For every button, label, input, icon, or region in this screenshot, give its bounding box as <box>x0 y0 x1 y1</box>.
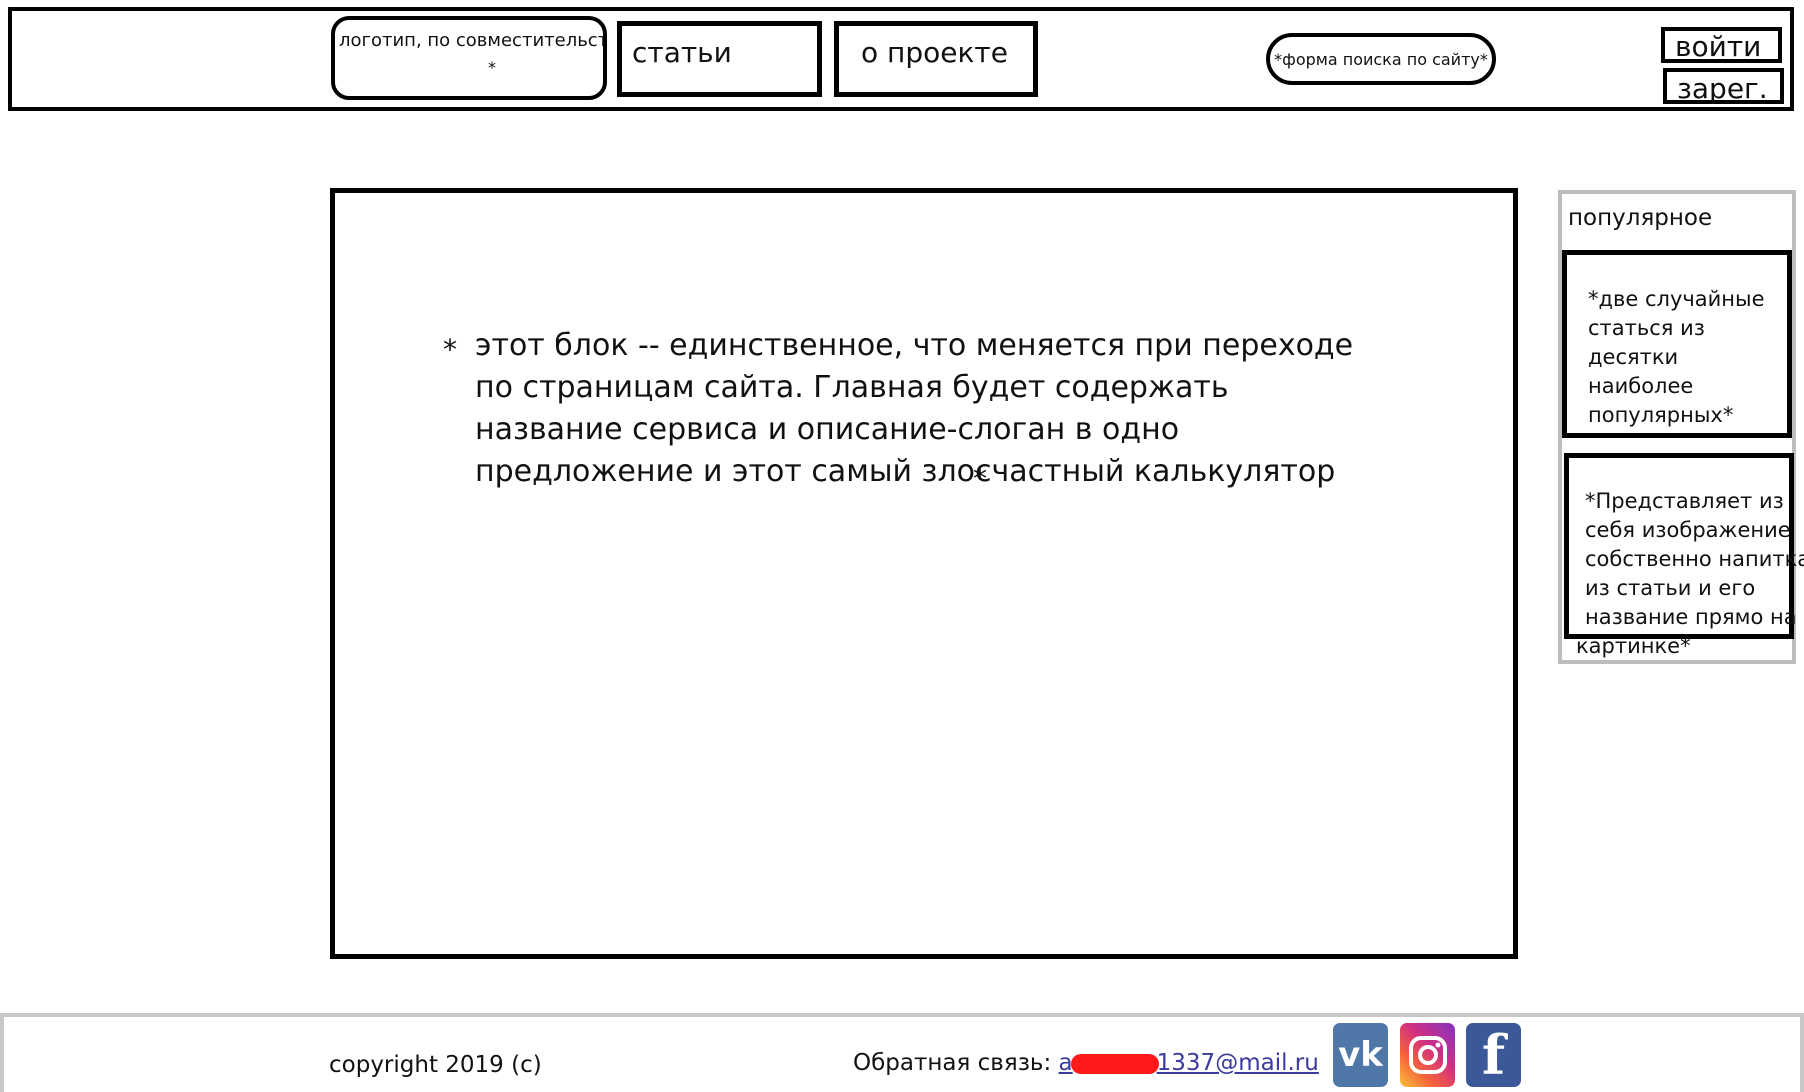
main-content-block <box>330 188 1518 959</box>
copyright-text: copyright 2019 (c) <box>329 1052 542 1078</box>
facebook-glyph: f <box>1481 1023 1506 1087</box>
drink-card-line: картинке* <box>1576 634 1691 658</box>
nav-articles-button[interactable]: статьи <box>617 21 822 97</box>
feedback-label: Обратная связь: <box>853 1050 1059 1076</box>
site-search-form[interactable]: *форма поиска по сайту* <box>1266 33 1496 85</box>
feedback-contact: Обратная связь: a 1337@mail.ru <box>853 1050 1319 1076</box>
logo-home-link[interactable]: логотип, по совместительству ссылка на г… <box>331 16 607 100</box>
drink-image-card[interactable]: *Представляет из себя изображение собств… <box>1564 453 1804 658</box>
nav-about-label: о проекте <box>861 36 1008 69</box>
logo-text: логотип, по совместительству ссылка на г… <box>339 30 607 51</box>
facebook-icon[interactable]: f <box>1466 1023 1521 1087</box>
drink-card-line: *Представляет из <box>1585 489 1784 513</box>
asterisk-open: * <box>443 333 457 366</box>
drink-card-line: себя изображение <box>1585 518 1791 542</box>
login-label: войти <box>1675 30 1762 63</box>
sidebar-title: популярное <box>1568 205 1713 231</box>
email-suffix: 1337@mail.ru <box>1156 1050 1319 1076</box>
login-button[interactable]: войти <box>1661 27 1782 63</box>
popular-articles-card[interactable]: *две случайные статься из десятки наибол… <box>1562 250 1792 438</box>
redaction-mark <box>1070 1053 1159 1074</box>
register-button[interactable]: зарег. <box>1663 68 1784 104</box>
cursor-icon: * <box>488 58 496 77</box>
drink-card-line: из статьи и его <box>1585 576 1756 600</box>
main-description: этот блок -- единственное, что меняется … <box>475 328 1354 489</box>
feedback-email-link[interactable]: a 1337@mail.ru <box>1059 1050 1319 1076</box>
drink-card-line: собственно напитка <box>1585 547 1804 571</box>
popular-articles-text: *две случайные статься из десятки наибол… <box>1588 287 1765 427</box>
instagram-glyph <box>1408 1036 1447 1074</box>
asterisk-close: * <box>973 462 987 495</box>
vk-icon[interactable]: vk <box>1333 1023 1388 1087</box>
drink-card-line: название прямо на <box>1585 605 1797 629</box>
search-placeholder: *форма поиска по сайту* <box>1274 49 1488 69</box>
nav-about-button[interactable]: о проекте <box>834 21 1038 97</box>
instagram-icon[interactable] <box>1400 1023 1455 1087</box>
vk-glyph: vk <box>1338 1035 1383 1075</box>
nav-articles-label: статьи <box>632 36 732 69</box>
register-label: зарег. <box>1677 72 1768 105</box>
